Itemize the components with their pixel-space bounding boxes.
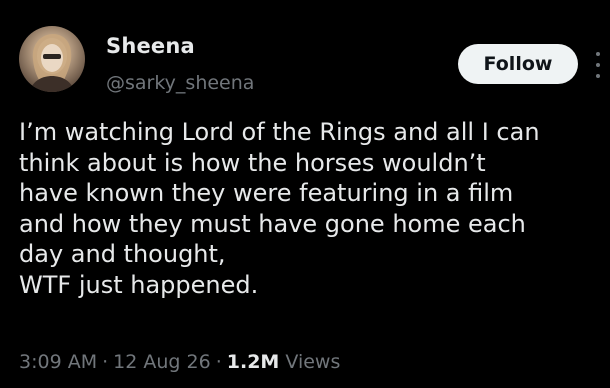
more-dot [596, 74, 600, 78]
tweet-text-line: WTF just happened. [19, 270, 259, 299]
more-dot [596, 52, 600, 56]
tweet-text-line: have known they were featuring in a film [19, 179, 514, 208]
tweet-text-line: I’m watching Lord of the Rings and all I… [19, 118, 540, 146]
tweet-meta: 3:09 AM · 12 Aug 26 · 1.2M Views [19, 351, 340, 373]
tweet-text-line: day and thought, [19, 240, 226, 269]
tweet-text-line: and how they must have gone home each [19, 209, 526, 238]
tweet-time[interactable]: 3:09 AM [19, 351, 97, 373]
views-count: 1.2M [226, 351, 280, 373]
meta-separator: · [215, 351, 222, 373]
display-name[interactable]: Sheena [106, 34, 195, 58]
meta-separator: · [102, 351, 109, 373]
user-handle[interactable]: @sarky_sheena [106, 72, 254, 94]
views-label: Views [285, 351, 341, 373]
avatar[interactable] [19, 26, 85, 92]
tweet-date[interactable]: 12 Aug 26 [113, 351, 211, 373]
tweet-text-line: think about is how the horses wouldn’t [19, 148, 486, 177]
tweet-text: I’m watching Lord of the Rings and all I… [19, 117, 610, 301]
more-dot [596, 63, 600, 67]
more-vertical-icon[interactable] [594, 52, 602, 78]
follow-button[interactable]: Follow [458, 44, 578, 84]
tweet-card: Sheena @sarky_sheena Follow I’m watching… [0, 0, 610, 388]
avatar-photo [29, 34, 75, 92]
